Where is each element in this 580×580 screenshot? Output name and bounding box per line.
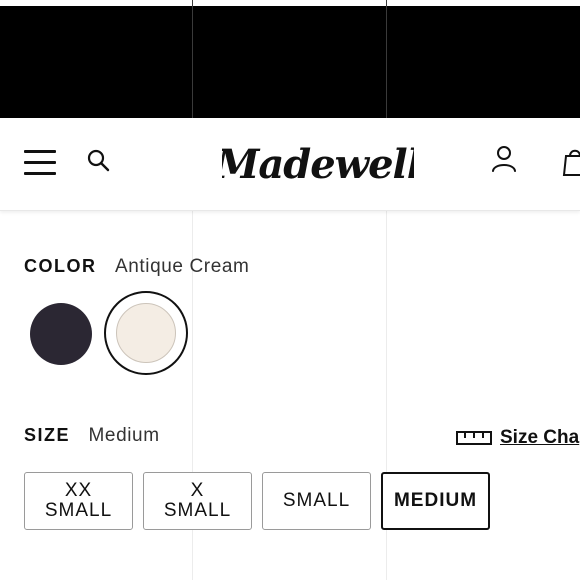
banner-divider — [386, 0, 387, 118]
size-label: SIZE — [24, 425, 71, 445]
color-selector-label: COLOR Antique Cream — [24, 256, 249, 282]
size-option-line: SMALL — [44, 500, 113, 521]
size-option-line: SMALL — [163, 500, 232, 521]
account-icon[interactable] — [490, 145, 518, 173]
color-swatch-antique-cream[interactable] — [104, 291, 188, 375]
size-chart-label: Size Cha — [500, 427, 580, 448]
promo-banner — [0, 0, 580, 118]
size-option-medium[interactable]: MEDIUM — [381, 472, 490, 530]
color-swatch-antique-cream-fill — [116, 303, 176, 363]
selected-color-value: Antique Cream — [114, 256, 250, 277]
size-option-line: X — [190, 480, 205, 501]
size-selector-label: SIZE Medium — [24, 425, 160, 451]
size-option-xx-small[interactable]: XX SMALL — [24, 472, 133, 530]
bag-icon[interactable] — [562, 146, 580, 176]
selected-size-value: Medium — [88, 425, 160, 446]
size-option-x-small[interactable]: X SMALL — [143, 472, 252, 530]
size-option-small[interactable]: SMALL — [262, 472, 371, 530]
top-strip — [0, 0, 580, 6]
size-option-line: MEDIUM — [393, 490, 478, 511]
size-option-line: SMALL — [282, 490, 351, 511]
logo-text: Madewell — [222, 141, 414, 188]
site-header: Madewell — [0, 118, 580, 211]
banner-divider — [192, 0, 193, 118]
size-chart-link[interactable]: Size Cha — [456, 427, 579, 451]
ruler-icon — [456, 431, 492, 445]
search-icon[interactable] — [86, 148, 110, 172]
size-option-line: XX — [64, 480, 93, 501]
menu-icon[interactable] — [24, 150, 56, 176]
color-swatch-dark[interactable] — [30, 303, 92, 365]
madewell-logo[interactable]: Madewell — [222, 138, 414, 194]
color-label: COLOR — [24, 256, 97, 276]
